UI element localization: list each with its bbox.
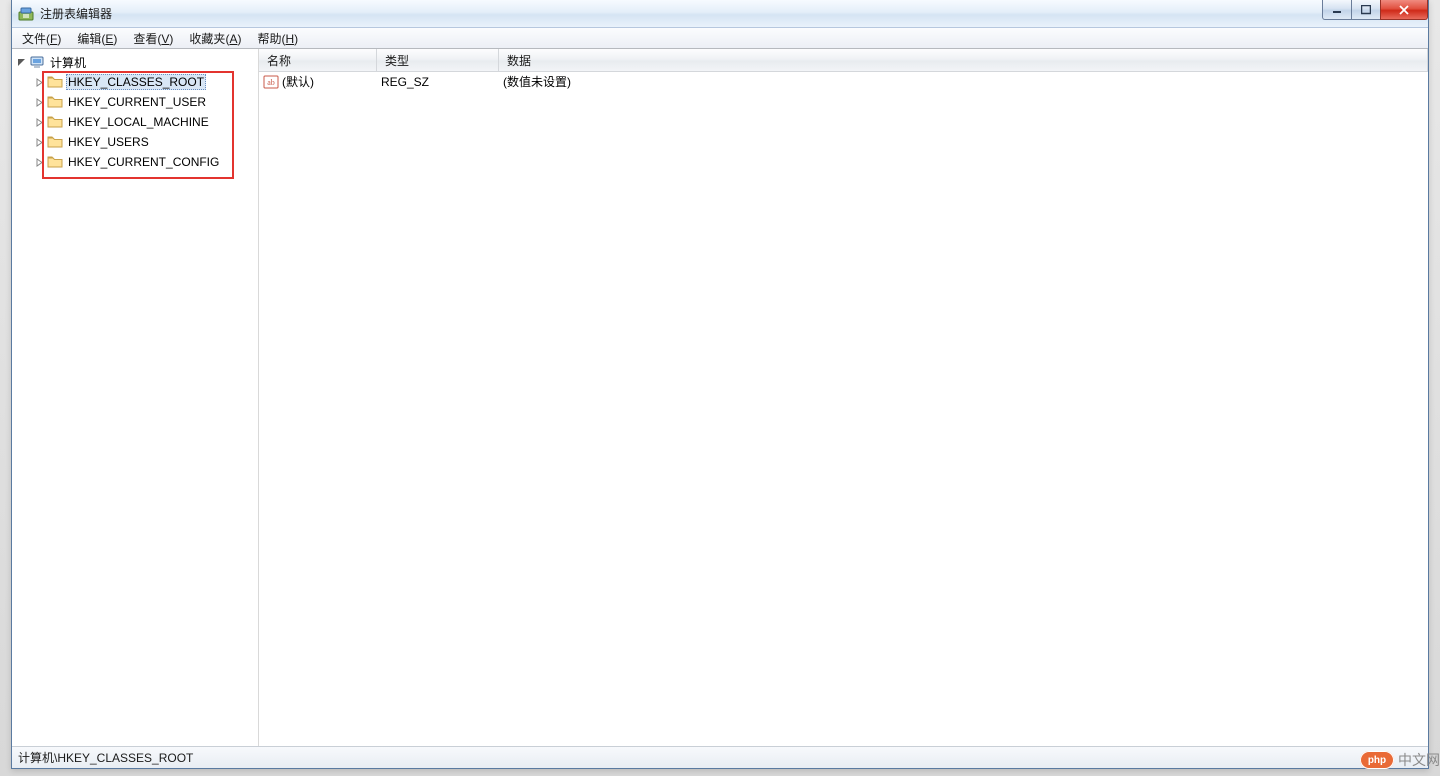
content-area: 计算机 HKEY_CLASSES_ROOT HKEY_CURRENT_USER HK…: [12, 49, 1428, 746]
minimize-button[interactable]: [1322, 0, 1352, 20]
maximize-button[interactable]: [1351, 0, 1381, 20]
expand-icon[interactable]: [32, 115, 46, 129]
folder-icon: [47, 94, 63, 110]
expand-icon[interactable]: [32, 95, 46, 109]
tree-hive-label: HKEY_CURRENT_CONFIG: [66, 154, 221, 170]
close-icon: [1398, 5, 1410, 15]
tree-hive-item[interactable]: HKEY_CURRENT_CONFIG: [32, 152, 256, 172]
menu-edit[interactable]: 编辑(E): [69, 28, 125, 49]
folder-icon: [47, 134, 63, 150]
column-name[interactable]: 名称: [259, 49, 377, 71]
value-name: (默认): [282, 73, 314, 90]
tree-hive-label: HKEY_LOCAL_MACHINE: [66, 114, 211, 130]
tree-root-label: 计算机: [48, 53, 88, 72]
tree-hive-label: HKEY_CLASSES_ROOT: [66, 74, 206, 90]
menu-view[interactable]: 查看(V): [125, 28, 181, 49]
list-pane[interactable]: 名称 类型 数据 ab (默认) REG_SZ(数值未设置): [259, 49, 1428, 746]
window-controls: [1323, 0, 1428, 20]
registry-editor-window: 注册表编辑器 文件(F) 编辑(E) 查看(V) 收藏夹(A) 帮助(H): [11, 0, 1429, 769]
svg-text:ab: ab: [267, 78, 275, 87]
column-data[interactable]: 数据: [499, 49, 1428, 71]
expand-icon[interactable]: [32, 75, 46, 89]
string-value-icon: ab: [263, 74, 279, 90]
tree-pane[interactable]: 计算机 HKEY_CLASSES_ROOT HKEY_CURRENT_USER HK…: [12, 49, 259, 746]
tree-hive-item[interactable]: HKEY_CURRENT_USER: [32, 92, 256, 112]
menu-help[interactable]: 帮助(H): [249, 28, 306, 49]
column-type[interactable]: 类型: [377, 49, 499, 71]
folder-icon: [47, 114, 63, 130]
statusbar: 计算机\HKEY_CLASSES_ROOT: [12, 746, 1428, 768]
window-title: 注册表编辑器: [40, 5, 112, 22]
tree-hive-item[interactable]: HKEY_USERS: [32, 132, 256, 152]
expand-icon[interactable]: [32, 135, 46, 149]
tree-root-computer[interactable]: 计算机: [14, 52, 256, 72]
close-button[interactable]: [1380, 0, 1428, 20]
tree-hive-item[interactable]: HKEY_CLASSES_ROOT: [32, 72, 256, 92]
folder-icon: [47, 154, 63, 170]
menubar: 文件(F) 编辑(E) 查看(V) 收藏夹(A) 帮助(H): [12, 28, 1428, 49]
tree-hive-item[interactable]: HKEY_LOCAL_MACHINE: [32, 112, 256, 132]
value-data: (数值未设置): [499, 73, 1428, 90]
value-type: REG_SZ: [377, 75, 499, 89]
list-row[interactable]: ab (默认) REG_SZ(数值未设置): [259, 72, 1428, 91]
computer-icon: [29, 54, 45, 70]
expand-icon[interactable]: [32, 155, 46, 169]
list-header: 名称 类型 数据: [259, 49, 1428, 72]
tree-hive-label: HKEY_CURRENT_USER: [66, 94, 208, 110]
app-icon: [18, 6, 34, 22]
collapse-icon[interactable]: [14, 55, 28, 69]
titlebar[interactable]: 注册表编辑器: [12, 0, 1428, 28]
minimize-icon: [1332, 5, 1342, 15]
menu-favorites[interactable]: 收藏夹(A): [181, 28, 249, 49]
tree-hive-label: HKEY_USERS: [66, 134, 151, 150]
folder-icon: [47, 74, 63, 90]
status-path: 计算机\HKEY_CLASSES_ROOT: [18, 749, 193, 766]
menu-file[interactable]: 文件(F): [14, 28, 69, 49]
maximize-icon: [1361, 5, 1371, 15]
